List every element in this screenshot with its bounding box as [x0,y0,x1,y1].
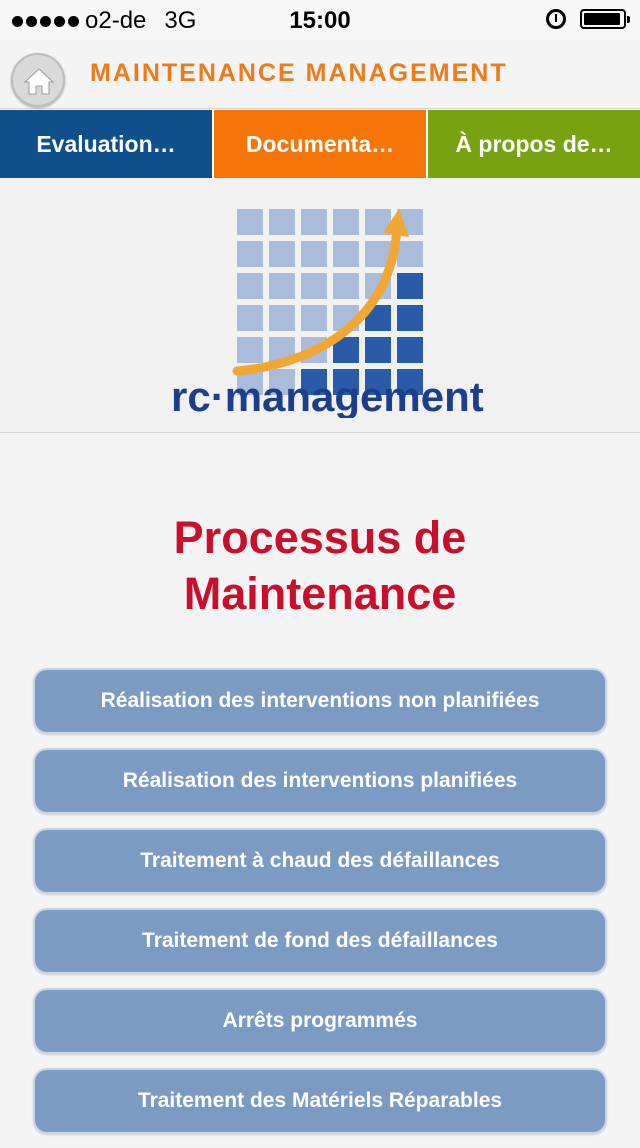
logo-grid-square [237,305,263,331]
logo-area: rc·management [0,178,640,433]
repairable-equipment-button[interactable]: Traitement des Matériels Réparables [33,1068,607,1134]
logo-grid-square [237,241,263,267]
alarm-icon [546,9,566,29]
app-title: MAINTENANCE MANAGEMENT [90,59,508,87]
logo-grid-square [333,209,359,235]
logo-grid-square [397,337,423,363]
logo-grid-square [333,241,359,267]
logo-grid-square [365,337,391,363]
logo-grid-square [269,209,295,235]
planned-interventions-button[interactable]: Réalisation des interventions planifiées [33,748,607,814]
logo-grid-square [269,241,295,267]
logo-grid-square [333,273,359,299]
logo-grid-square [269,273,295,299]
logo-grid-square [301,241,327,267]
rc-management-logo: rc·management [171,209,484,418]
process-menu: Réalisation des interventions non planif… [33,668,607,1148]
logo-grid-square [301,305,327,331]
battery-icon [580,9,630,29]
logo-text: rc·management [171,373,484,418]
tab-bar: Evaluation… Documenta… À propos de… [0,110,640,178]
scheduled-shutdowns-button[interactable]: Arrêts programmés [33,988,607,1054]
status-time: 15:00 [289,7,351,34]
home-icon [23,68,55,95]
tab-evaluation[interactable]: Evaluation… [0,110,214,178]
logo-grid-square [237,337,263,363]
heading-line-1: Processus de [173,512,467,563]
hot-failure-handling-button[interactable]: Traitement à chaud des défaillances [33,828,607,894]
logo-grid-square [397,241,423,267]
tab-documentation[interactable]: Documenta… [214,110,428,178]
unplanned-interventions-button[interactable]: Réalisation des interventions non planif… [33,668,607,734]
page-heading: Processus de Maintenance [0,510,640,622]
logo-grid-square [397,273,423,299]
app-header: MAINTENANCE MANAGEMENT [0,40,640,109]
status-bar: o2-de 3G 15:00 [0,0,640,40]
logo-grid-square [237,209,263,235]
heading-line-2: Maintenance [183,568,457,619]
logo-grid-square [301,273,327,299]
logo-grid-square [397,305,423,331]
home-button[interactable] [11,53,65,107]
tab-about[interactable]: À propos de… [428,110,640,178]
logo-grid-square [269,305,295,331]
logo-grid-square [301,209,327,235]
root-failure-handling-button[interactable]: Traitement de fond des défaillances [33,908,607,974]
logo-grid-square [237,273,263,299]
